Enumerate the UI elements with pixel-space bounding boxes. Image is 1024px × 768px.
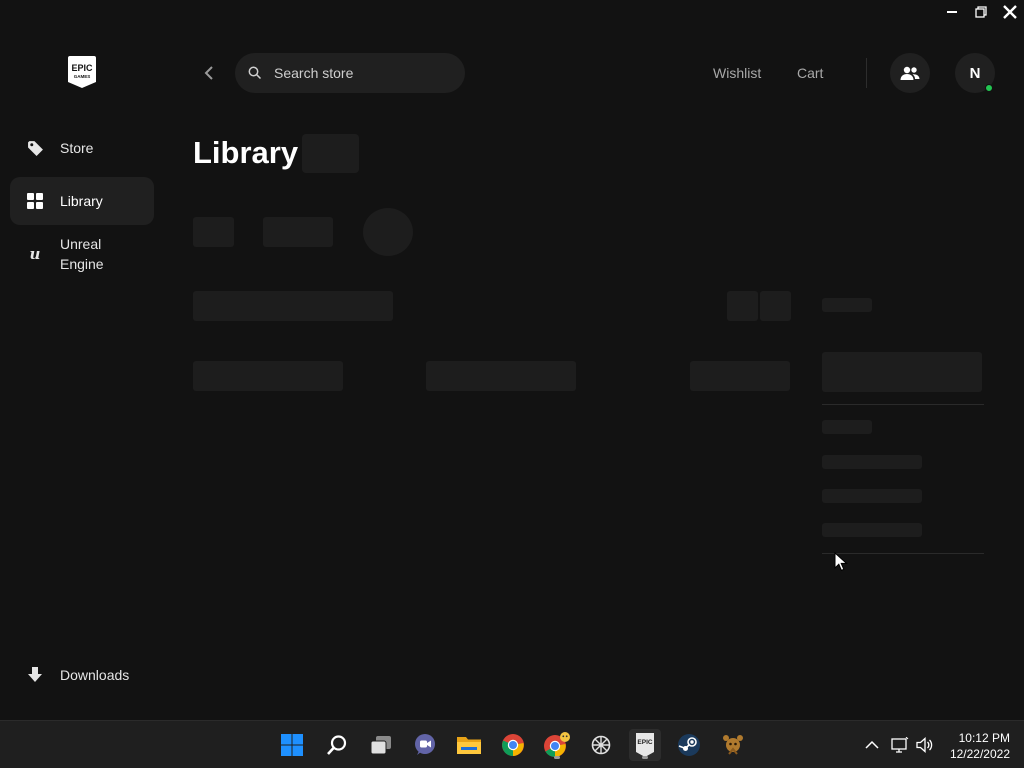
teams-chat-icon	[415, 734, 435, 755]
skeleton-filter-tab	[193, 217, 234, 247]
skeleton-filter-heading	[822, 298, 872, 312]
close-icon	[1002, 5, 1017, 19]
windows-start-icon	[281, 734, 303, 756]
skeleton-view-toggle	[727, 291, 758, 321]
avatar-initial: N	[969, 64, 981, 82]
steam-icon	[678, 734, 700, 756]
sidebar-item-label: Store	[60, 140, 94, 156]
chevron-left-icon	[204, 66, 213, 80]
tray-network-button[interactable]	[890, 733, 910, 757]
taskbar-clock[interactable]: 10:12 PM 12/22/2022	[950, 730, 1010, 762]
svg-text:EPIC: EPIC	[637, 739, 652, 746]
taskbar-start-button[interactable]	[276, 729, 308, 761]
download-arrow-icon	[26, 666, 44, 684]
taskbar-file-explorer-button[interactable]	[453, 729, 485, 761]
taskbar-epic-games-button[interactable]: EPIC	[629, 729, 661, 761]
topbar-divider	[866, 58, 867, 88]
network-icon	[891, 737, 909, 753]
online-status-indicator	[985, 84, 993, 92]
search-icon	[327, 735, 347, 755]
window-controls	[937, 0, 1024, 24]
skeleton-filter-search	[822, 352, 982, 392]
sidebar: EPIC GAMES Store Library u Unreal Engine…	[0, 0, 168, 720]
logo-text-games: GAMES	[74, 74, 91, 79]
filter-divider	[822, 404, 984, 405]
taskbar-perplexity-button[interactable]	[585, 729, 617, 761]
minimize-button[interactable]	[937, 0, 966, 24]
sidebar-item-unreal-engine[interactable]: u Unreal Engine	[10, 226, 154, 282]
clock-time: 10:12 PM	[958, 731, 1010, 745]
sidebar-item-library[interactable]: Library	[10, 177, 154, 225]
logo-text-epic: EPIC	[71, 63, 93, 73]
skeleton-game-card	[193, 361, 343, 391]
skeleton-circle	[363, 208, 413, 256]
volume-icon	[916, 737, 933, 753]
cart-link[interactable]: Cart	[797, 65, 823, 81]
taskbar: EPIC 10:12 PM 12/22/2022	[0, 720, 1024, 768]
sidebar-item-label-line: Unreal	[60, 236, 102, 252]
tray-overflow-button[interactable]	[862, 733, 882, 757]
perplexity-icon	[591, 735, 611, 755]
restore-icon	[974, 6, 987, 18]
tag-icon	[26, 139, 44, 157]
close-button[interactable]	[995, 0, 1024, 24]
mouse-cursor-icon	[834, 552, 848, 571]
wishlist-link[interactable]: Wishlist	[713, 65, 761, 81]
taskbar-search-button[interactable]	[321, 729, 353, 761]
restore-button[interactable]	[966, 0, 995, 24]
sidebar-item-label-line: Engine	[60, 256, 104, 272]
skeleton-game-card	[426, 361, 576, 391]
skeleton-view-toggle	[760, 291, 791, 321]
svg-text:u: u	[30, 245, 41, 263]
skeleton-game-card	[690, 361, 790, 391]
taskbar-task-view-button[interactable]	[365, 729, 397, 761]
friends-button[interactable]	[890, 53, 930, 93]
skeleton-filter-option	[822, 489, 922, 503]
taskbar-chrome-beta-button[interactable]	[541, 729, 573, 761]
skeleton-filter-heading	[822, 420, 872, 434]
search-input[interactable]	[274, 63, 454, 83]
chevron-up-icon	[865, 740, 879, 749]
search-bar[interactable]	[235, 53, 465, 93]
back-button[interactable]	[198, 61, 220, 85]
skeleton-sort-dropdown	[193, 291, 393, 321]
sidebar-item-label: Downloads	[60, 667, 130, 683]
taskbar-game-button[interactable]	[717, 729, 749, 761]
task-view-icon	[370, 736, 391, 755]
clock-date: 12/22/2022	[949, 747, 1010, 761]
search-icon	[248, 66, 262, 80]
grid-icon	[26, 192, 44, 210]
taskbar-chrome-button[interactable]	[497, 729, 529, 761]
taskbar-steam-button[interactable]	[673, 729, 705, 761]
sidebar-item-downloads[interactable]: Downloads	[10, 651, 154, 699]
tray-volume-button[interactable]	[915, 733, 935, 757]
game-character-icon	[723, 735, 743, 755]
folder-icon	[457, 737, 481, 754]
friends-icon	[900, 66, 920, 80]
page-title: Library	[193, 135, 299, 170]
epic-games-icon: EPIC	[636, 733, 654, 757]
running-indicator	[642, 756, 648, 759]
sidebar-item-label: Library	[60, 193, 103, 209]
skeleton-count-badge	[302, 134, 359, 173]
chrome-beta-icon	[544, 732, 570, 757]
epic-games-logo[interactable]: EPIC GAMES	[68, 56, 96, 88]
taskbar-chat-button[interactable]	[409, 729, 441, 761]
minimize-icon	[946, 11, 957, 13]
skeleton-filter-tab	[263, 217, 333, 247]
chrome-icon	[502, 734, 524, 756]
skeleton-filter-option	[822, 455, 922, 469]
unreal-icon: u	[26, 245, 44, 263]
sidebar-item-store[interactable]: Store	[10, 124, 154, 172]
skeleton-filter-option	[822, 523, 922, 537]
running-indicator	[554, 756, 560, 759]
